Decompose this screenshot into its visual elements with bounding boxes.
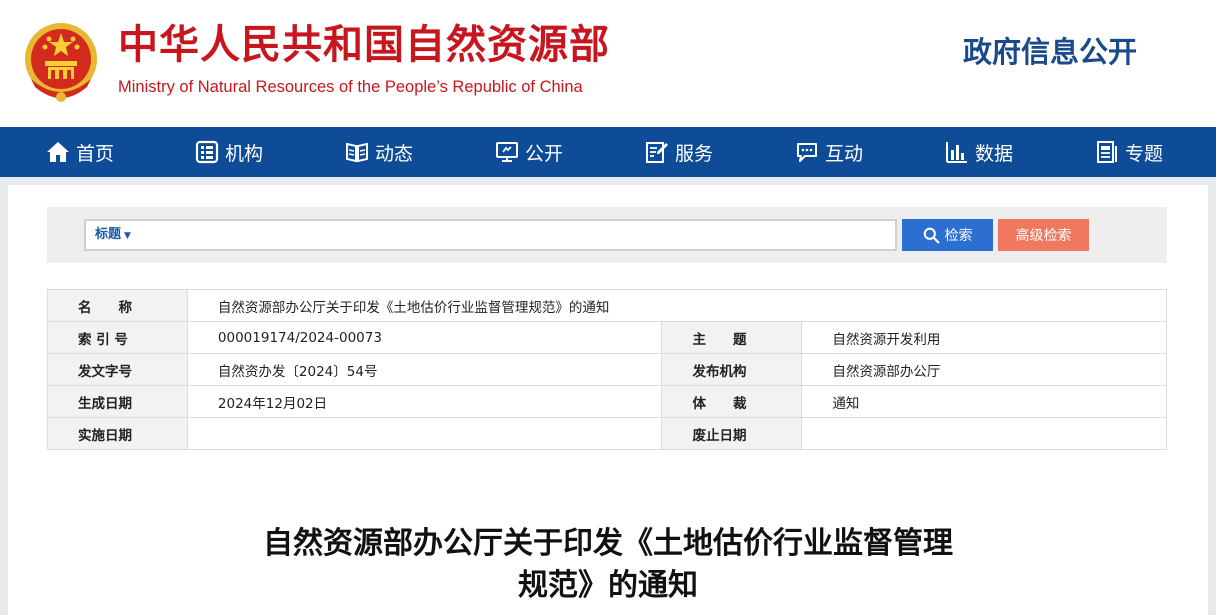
created-date-label: 生成日期 bbox=[47, 385, 188, 418]
nav-item-service[interactable]: 服务 bbox=[645, 127, 713, 177]
table-row: 生成日期 2024年12月02日 体 裁 通知 bbox=[47, 385, 1167, 418]
name-value: 自然资源部办公厅关于印发《土地估价行业监督管理规范》的通知 bbox=[186, 289, 1168, 322]
nav-item-data[interactable]: 数据 bbox=[945, 127, 1013, 177]
nav-item-org[interactable]: 机构 bbox=[195, 127, 263, 177]
nav-item-open[interactable]: 公开 bbox=[495, 127, 563, 177]
advanced-search-label: 高级检索 bbox=[1015, 227, 1072, 243]
search-field[interactable]: 标题 ▼ bbox=[84, 219, 897, 251]
nav-item-home[interactable]: 首页 bbox=[46, 127, 114, 177]
main-content: 标题 ▼ 检索 高级检索 名 称 自然资源部办公厅关于印发《土地估价行业监督管理规… bbox=[8, 185, 1208, 615]
table-row: 发文字号 自然资办发〔2024〕54号 发布机构 自然资源部办公厅 bbox=[47, 353, 1167, 386]
doc-number-value: 自然资办发〔2024〕54号 bbox=[186, 353, 663, 386]
nav-item-label: 首页 bbox=[76, 142, 115, 165]
genre-label: 体 裁 bbox=[661, 385, 803, 418]
site-subtitle: Ministry of Natural Resources of the Peo… bbox=[118, 78, 583, 96]
org-icon bbox=[195, 140, 219, 164]
subject-value: 自然资源开发利用 bbox=[801, 321, 1167, 354]
nav-item-label: 互动 bbox=[825, 142, 864, 165]
nav-item-label: 公开 bbox=[525, 142, 564, 165]
search-panel: 标题 ▼ 检索 高级检索 bbox=[47, 207, 1167, 263]
index-label: 索 引 号 bbox=[47, 321, 188, 354]
table-row: 索 引 号 000019174/2024-00073 主 题 自然资源开发利用 bbox=[47, 321, 1167, 354]
doc-number-label: 发文字号 bbox=[47, 353, 188, 386]
nav-item-label: 服务 bbox=[675, 142, 714, 165]
name-label: 名 称 bbox=[47, 289, 188, 322]
nav-item-interact[interactable]: 互动 bbox=[795, 127, 863, 177]
main-navigation: 首页 机构 动态 公开 服务 互动 数据 专题 bbox=[0, 127, 1216, 177]
expiry-date-label: 废止日期 bbox=[661, 417, 803, 450]
search-button-label: 检索 bbox=[944, 227, 973, 243]
book-icon bbox=[345, 140, 369, 164]
genre-value: 通知 bbox=[801, 385, 1167, 418]
search-button[interactable]: 检索 bbox=[902, 219, 993, 251]
national-emblem-icon[interactable] bbox=[21, 17, 101, 107]
search-scope-dropdown[interactable]: 标题 ▼ bbox=[95, 221, 131, 249]
site-header: 中华人民共和国自然资源部 Ministry of Natural Resourc… bbox=[0, 0, 1216, 127]
document-metadata-table: 名 称 自然资源部办公厅关于印发《土地估价行业监督管理规范》的通知 索 引 号 … bbox=[47, 289, 1168, 450]
search-icon bbox=[923, 227, 939, 243]
issuer-label: 发布机构 bbox=[661, 353, 803, 386]
site-title[interactable]: 中华人民共和国自然资源部 bbox=[118, 20, 610, 70]
issuer-value: 自然资源部办公厅 bbox=[801, 353, 1167, 386]
advanced-search-button[interactable]: 高级检索 bbox=[998, 219, 1089, 251]
search-scope-label: 标题 bbox=[95, 227, 122, 242]
document-icon bbox=[1095, 140, 1119, 164]
nav-item-news[interactable]: 动态 bbox=[345, 127, 413, 177]
table-row: 实施日期 废止日期 bbox=[47, 417, 1167, 450]
table-row: 名 称 自然资源部办公厅关于印发《土地估价行业监督管理规范》的通知 bbox=[47, 289, 1168, 322]
created-date-value: 2024年12月02日 bbox=[186, 385, 663, 418]
nav-item-label: 数据 bbox=[975, 142, 1014, 165]
monitor-icon bbox=[495, 140, 519, 164]
article-title-line: 自然资源部办公厅关于印发《土地估价行业监督管理 bbox=[263, 526, 953, 561]
nav-item-label: 专题 bbox=[1125, 142, 1164, 165]
edit-icon bbox=[645, 140, 669, 164]
search-input[interactable] bbox=[146, 221, 891, 249]
nav-item-label: 动态 bbox=[375, 142, 414, 165]
nav-item-label: 机构 bbox=[225, 142, 264, 165]
nav-item-topics[interactable]: 专题 bbox=[1095, 127, 1163, 177]
effective-date-value bbox=[186, 417, 663, 450]
effective-date-label: 实施日期 bbox=[47, 417, 188, 450]
article-title-line: 规范》的通知 bbox=[518, 568, 698, 603]
expiry-date-value bbox=[801, 417, 1167, 450]
bar-chart-icon bbox=[945, 140, 969, 164]
index-value: 000019174/2024-00073 bbox=[186, 321, 663, 354]
chat-icon bbox=[795, 140, 819, 164]
chevron-down-icon: ▼ bbox=[124, 231, 131, 241]
home-icon bbox=[46, 140, 70, 164]
portal-title[interactable]: 政府信息公开 bbox=[963, 32, 1137, 72]
subject-label: 主 题 bbox=[661, 321, 803, 354]
article-title: 自然资源部办公厅关于印发《土地估价行业监督管理 规范》的通知 bbox=[168, 523, 1048, 607]
